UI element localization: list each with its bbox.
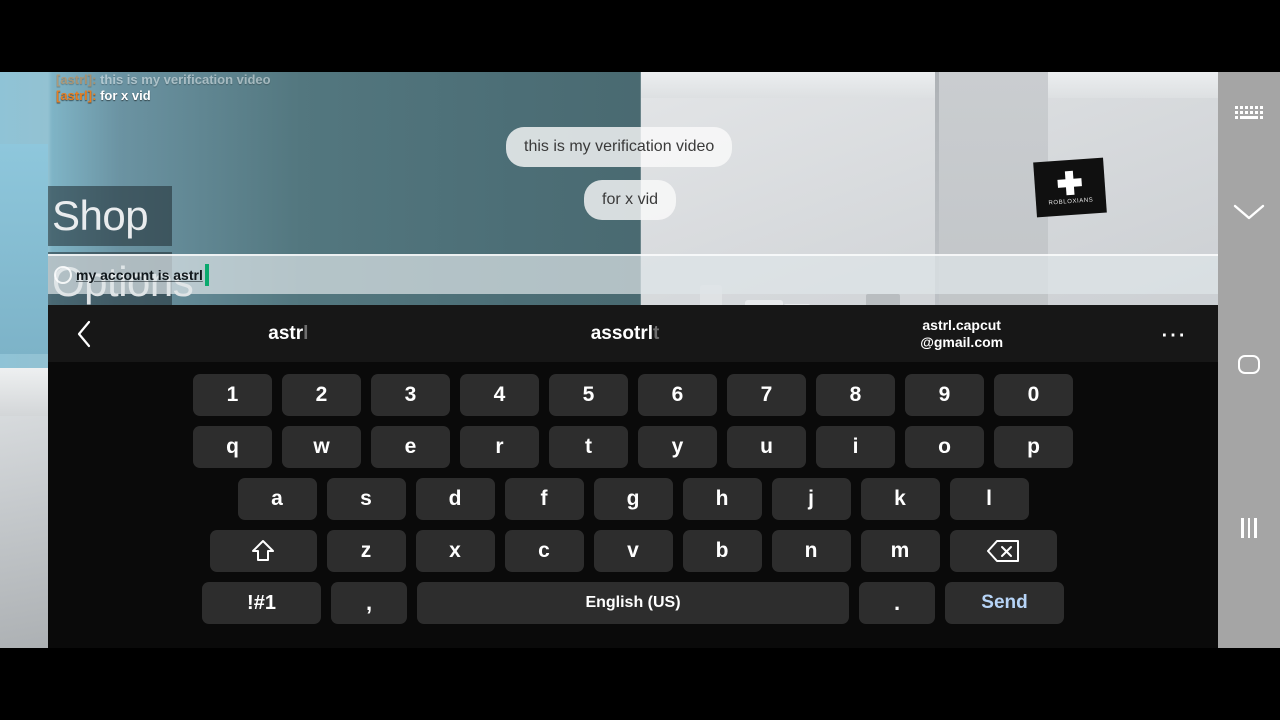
key-e[interactable]: e — [371, 426, 450, 468]
suggestion-1[interactable]: astrl — [120, 322, 457, 344]
key-j[interactable]: j — [771, 478, 851, 520]
key-x[interactable]: x — [415, 530, 495, 572]
suggestion-2[interactable]: assotrlt — [457, 322, 794, 344]
keyboard-row-top: q w e r t y u i o p — [48, 421, 1218, 473]
key-s[interactable]: s — [326, 478, 406, 520]
text-caret — [204, 264, 209, 286]
cross-icon — [1057, 170, 1083, 196]
period-key[interactable]: . — [859, 582, 935, 624]
key-m[interactable]: m — [860, 530, 940, 572]
shop-button-label: Shop — [52, 192, 149, 239]
keyboard-row-function: !#1 , English (US) . Send — [48, 577, 1218, 629]
chat-log-line: [astrl]: for x vid — [56, 88, 576, 104]
key-z[interactable]: z — [326, 530, 406, 572]
chat-log-name: [astrl]: — [56, 72, 97, 87]
key-i[interactable]: i — [816, 426, 895, 468]
key-5[interactable]: 5 — [549, 374, 628, 416]
recents-bars — [1241, 518, 1257, 538]
backspace-key[interactable] — [949, 530, 1057, 572]
keyboard-row-bottom: z x c v b n m — [48, 525, 1218, 577]
chat-bubble-text: for x vid — [602, 191, 659, 208]
suggestion-3-email[interactable]: astrl.capcut @gmail.com — [793, 317, 1130, 351]
sign-label: ROBLOXIANS — [1048, 196, 1094, 207]
key-2[interactable]: 2 — [282, 374, 361, 416]
key-l[interactable]: l — [949, 478, 1029, 520]
comma-key[interactable]: , — [331, 582, 407, 624]
key-4[interactable]: 4 — [460, 374, 539, 416]
suggestion-1-dim: l — [303, 322, 309, 344]
key-c[interactable]: c — [504, 530, 584, 572]
space-key[interactable]: English (US) — [417, 582, 849, 624]
shift-arrow-icon — [250, 538, 276, 564]
key-q[interactable]: q — [193, 426, 272, 468]
keyboard-row-home: a s d f g h j k l — [48, 473, 1218, 525]
roblox-sign: ROBLOXIANS — [1033, 157, 1107, 218]
back-icon[interactable] — [48, 305, 120, 362]
key-t[interactable]: t — [549, 426, 628, 468]
chat-bubble: this is my verification video — [506, 127, 733, 167]
key-p[interactable]: p — [994, 426, 1073, 468]
key-v[interactable]: v — [593, 530, 673, 572]
key-6[interactable]: 6 — [638, 374, 717, 416]
chat-log-message: this is my verification video — [100, 72, 271, 87]
game-chat-input-value: my account is astrl — [76, 267, 203, 283]
on-screen-keyboard[interactable]: astrl assotrlt astrl.capcut @gmail.com ⋯… — [48, 305, 1218, 648]
key-h[interactable]: h — [682, 478, 762, 520]
key-w[interactable]: w — [282, 426, 361, 468]
chevron-down-icon[interactable] — [1218, 190, 1280, 234]
key-a[interactable]: a — [237, 478, 317, 520]
keyboard-row-numbers: 1 2 3 4 5 6 7 8 9 0 — [48, 369, 1218, 421]
suggestion-bar: astrl assotrlt astrl.capcut @gmail.com ⋯ — [48, 305, 1218, 362]
chat-log-name: [astrl]: — [56, 88, 97, 103]
shop-button[interactable]: Shop — [48, 186, 172, 246]
chat-bubble: for x vid — [584, 180, 677, 220]
chat-log: [astrl]: this is my verification video [… — [56, 72, 576, 104]
suggestion-3-line2: @gmail.com — [920, 333, 1004, 350]
key-d[interactable]: d — [415, 478, 495, 520]
blue-wall-panel — [0, 144, 48, 354]
key-u[interactable]: u — [727, 426, 806, 468]
game-chat-input[interactable]: my account is astrl — [48, 254, 1218, 294]
key-9[interactable]: 9 — [905, 374, 984, 416]
chat-log-line: [astrl]: this is my verification video — [56, 72, 576, 88]
suggestion-3-line1: astrl.capcut — [922, 316, 1001, 333]
chat-log-message: for x vid — [100, 88, 151, 103]
recents-icon[interactable] — [1218, 506, 1280, 550]
chat-bubble-icon — [54, 266, 72, 284]
suggestion-1-text: astr — [268, 322, 304, 344]
key-8[interactable]: 8 — [816, 374, 895, 416]
suggestion-2-dim: t — [653, 322, 660, 344]
suggestion-2-text: assotrl — [590, 322, 653, 344]
chat-bubble-text: this is my verification video — [524, 138, 715, 155]
key-y[interactable]: y — [638, 426, 717, 468]
key-r[interactable]: r — [460, 426, 539, 468]
key-1[interactable]: 1 — [193, 374, 272, 416]
send-key[interactable]: Send — [945, 582, 1064, 624]
home-icon[interactable] — [1218, 342, 1280, 386]
key-f[interactable]: f — [504, 478, 584, 520]
android-nav-bar — [1218, 72, 1280, 648]
more-suggestions-icon[interactable]: ⋯ — [1130, 321, 1218, 347]
key-k[interactable]: k — [860, 478, 940, 520]
key-0[interactable]: 0 — [994, 374, 1073, 416]
home-square — [1238, 354, 1260, 374]
key-b[interactable]: b — [682, 530, 762, 572]
shift-key[interactable] — [209, 530, 317, 572]
key-3[interactable]: 3 — [371, 374, 450, 416]
screen-root: ROBLOXIANS this is my verification video… — [0, 0, 1280, 720]
symbols-key[interactable]: !#1 — [202, 582, 321, 624]
key-7[interactable]: 7 — [727, 374, 806, 416]
letterbox-bottom — [0, 648, 1280, 720]
key-o[interactable]: o — [905, 426, 984, 468]
key-n[interactable]: n — [771, 530, 851, 572]
keyboard-icon[interactable] — [1218, 92, 1280, 136]
key-g[interactable]: g — [593, 478, 673, 520]
letterbox-top — [0, 0, 1280, 72]
backspace-icon — [986, 539, 1020, 563]
